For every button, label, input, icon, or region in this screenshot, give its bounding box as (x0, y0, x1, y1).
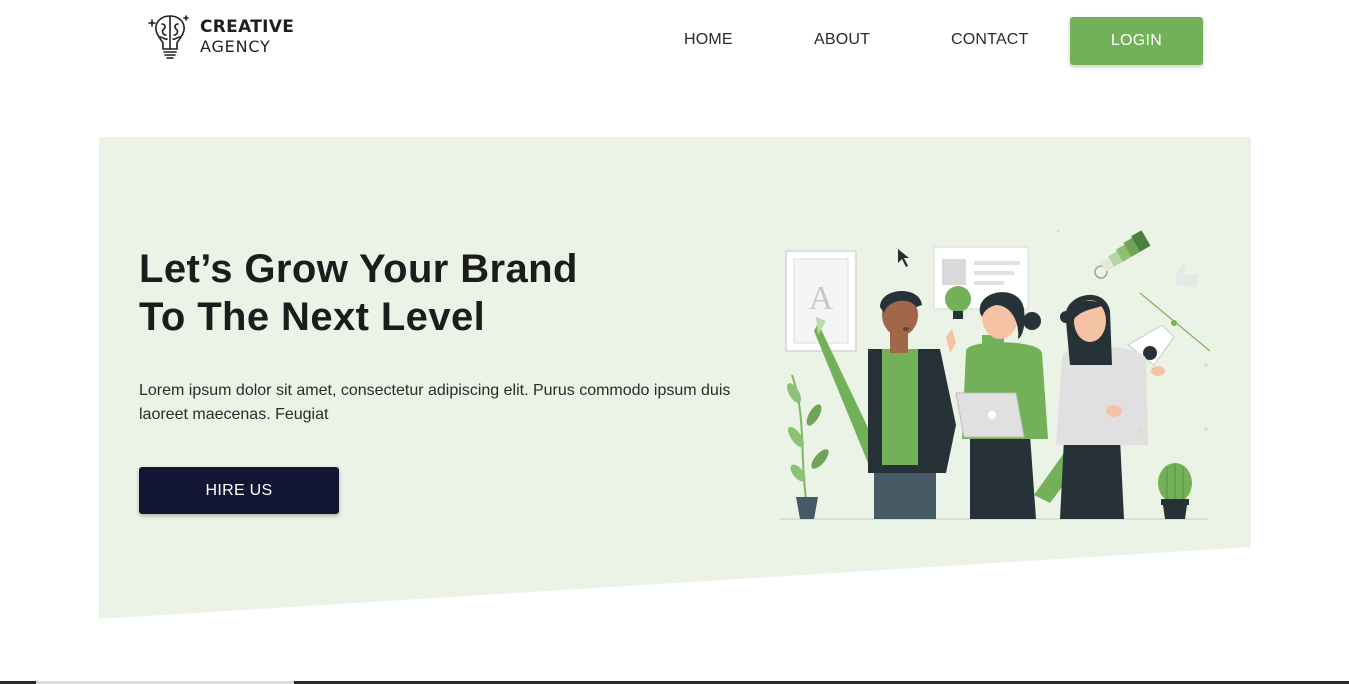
brand-logo[interactable]: CREATIVE AGENCY (148, 12, 294, 62)
cactus-icon (1158, 463, 1192, 519)
person-woman-laptop-illustration (946, 292, 1048, 519)
nav-home-link[interactable]: HOME (684, 31, 733, 49)
hero-title-line1: Let’s Grow Your Brand (139, 247, 578, 291)
svg-text:A: A (809, 280, 834, 317)
thumbs-up-icon (1176, 263, 1198, 287)
color-swatches-icon (1094, 230, 1151, 279)
brand-name-line1: CREATIVE (200, 17, 295, 37)
nav-contact-link[interactable]: CONTACT (951, 31, 1029, 49)
brand-name-line2: AGENCY (200, 37, 271, 56)
nav-about-link[interactable]: ABOUT (814, 31, 870, 49)
team-illustration: A (780, 229, 1211, 520)
login-button[interactable]: LOGIN (1070, 17, 1203, 65)
lightbulb-icon (945, 286, 971, 319)
hero-title: Let’s Grow Your Brand To The Next Level (139, 245, 578, 341)
brain-lightbulb-icon (148, 15, 189, 59)
hero-title-line2: To The Next Level (139, 295, 486, 339)
hire-us-button[interactable]: HIRE US (139, 467, 339, 514)
person-woman-pencil-illustration (1056, 294, 1165, 519)
plant-icon (787, 374, 829, 519)
cursor-icon (898, 249, 909, 267)
hero-description: Lorem ipsum dolor sit amet, consectetur … (139, 382, 731, 423)
